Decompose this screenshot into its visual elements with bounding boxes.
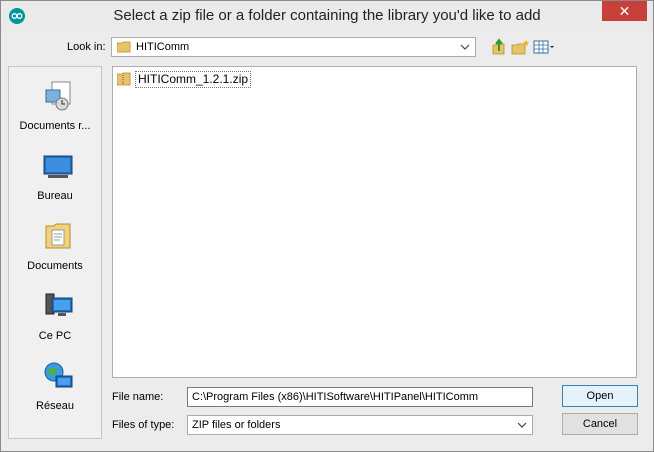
sidebar-item-recent[interactable]: Documents r... [9, 80, 101, 140]
file-name-input[interactable]: C:\Program Files (x86)\HITISoftware\HITI… [187, 387, 533, 407]
desktop-icon [43, 155, 73, 178]
chevron-down-icon [460, 44, 470, 50]
computer-icon [45, 293, 73, 316]
look-in-label: Look in: [67, 41, 106, 53]
sidebar-item-label: Bureau [37, 190, 73, 202]
file-name: HITIComm_1.2.1.zip [135, 71, 252, 88]
close-button[interactable]: ✕ [602, 1, 647, 21]
zip-folder-icon [117, 72, 131, 86]
sidebar-item-documents[interactable]: Documents [9, 220, 101, 280]
folder-icon [117, 41, 131, 53]
look-in-value: HITIComm [136, 41, 190, 53]
dialog-title: Select a zip file or a folder containing… [113, 7, 541, 24]
documents-folder-icon [45, 223, 71, 249]
title-bar[interactable]: Select a zip file or a folder containing… [1, 1, 653, 31]
file-type-label: Files of type: [112, 419, 175, 431]
look-in-dropdown[interactable]: HITIComm [111, 37, 476, 57]
chevron-down-icon [517, 422, 527, 428]
sidebar-item-computer[interactable]: Ce PC [9, 290, 101, 350]
sidebar-item-label: Ce PC [38, 330, 72, 342]
sidebar-item-label: Documents r... [19, 120, 91, 132]
file-name-label: File name: [112, 391, 164, 403]
places-sidebar: Documents r... Bureau Documents Ce PC Ré… [8, 66, 102, 439]
view-menu-icon[interactable] [532, 37, 556, 57]
sidebar-item-label: Documents [27, 260, 83, 272]
file-type-dropdown[interactable]: ZIP files or folders [187, 415, 533, 435]
sidebar-item-label: Réseau [36, 400, 74, 412]
file-list[interactable]: HITIComm_1.2.1.zip [112, 66, 637, 378]
sidebar-item-network[interactable]: Réseau [9, 360, 101, 420]
network-icon [44, 362, 73, 388]
sidebar-item-desktop[interactable]: Bureau [9, 150, 101, 210]
up-folder-icon[interactable] [489, 37, 509, 57]
file-type-value: ZIP files or folders [192, 419, 281, 431]
file-chooser-dialog: Select a zip file or a folder containing… [0, 0, 654, 452]
recent-documents-icon [45, 81, 71, 111]
new-folder-icon[interactable] [510, 37, 530, 57]
open-button[interactable]: Open [562, 385, 638, 407]
cancel-button[interactable]: Cancel [562, 413, 638, 435]
